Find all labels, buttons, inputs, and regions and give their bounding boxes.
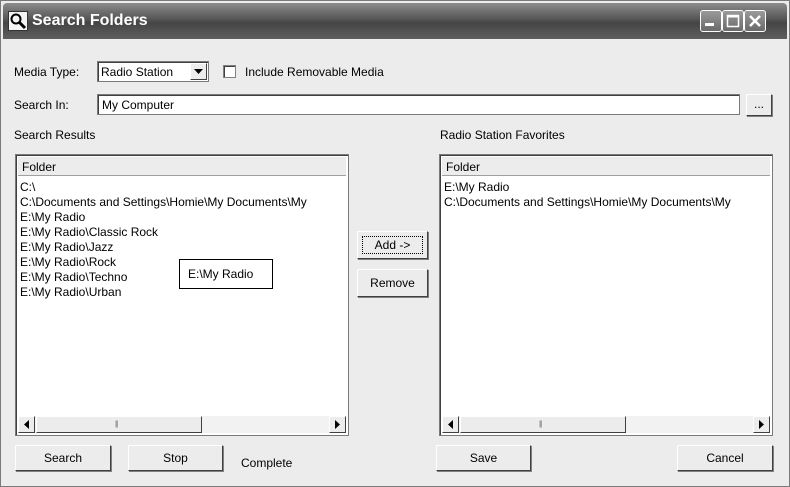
search-results-label: Search Results [14, 128, 96, 142]
maximize-button[interactable] [722, 10, 744, 32]
cancel-button[interactable]: Cancel [677, 445, 773, 471]
scroll-thumb[interactable]: ||| [460, 416, 626, 433]
search-folders-window: Search Folders Media Type: Radio Station… [0, 0, 790, 487]
add-button[interactable]: Add -> [357, 231, 428, 259]
search-button[interactable]: Search [15, 445, 111, 471]
list-item[interactable]: C:\Documents and Settings\Homie\My Docum… [20, 195, 346, 210]
search-in-value: My Computer [102, 98, 175, 112]
include-removable-checkbox[interactable] [223, 65, 236, 78]
horizontal-scrollbar[interactable]: ||| [442, 416, 770, 433]
title-bar[interactable]: Search Folders [3, 3, 787, 39]
favorites-label: Radio Station Favorites [440, 128, 565, 142]
scroll-right-icon[interactable] [329, 416, 346, 433]
status-text: Complete [241, 456, 293, 470]
minimize-icon [705, 23, 714, 26]
scroll-left-icon[interactable] [442, 416, 459, 433]
scroll-left-icon[interactable] [18, 416, 35, 433]
include-removable-label: Include Removable Media [245, 65, 384, 79]
list-item[interactable]: E:\My Radio\Jazz [20, 240, 346, 255]
list-item[interactable]: E:\My Radio [444, 180, 770, 195]
stop-button[interactable]: Stop [128, 445, 223, 471]
folder-column-header[interactable]: Folder [18, 157, 346, 176]
window-title: Search Folders [32, 12, 148, 29]
media-type-dropdown[interactable]: Radio Station [97, 61, 209, 82]
maximize-icon [726, 14, 740, 28]
list-item[interactable]: E:\My Radio [20, 210, 346, 225]
minimize-button[interactable] [700, 10, 722, 32]
folder-column-header[interactable]: Folder [442, 157, 770, 176]
save-button[interactable]: Save [436, 445, 531, 471]
close-icon [749, 15, 761, 27]
favorites-list[interactable]: Folder E:\My Radio C:\Documents and Sett… [439, 154, 773, 436]
dropdown-arrow-icon[interactable] [190, 63, 207, 80]
scroll-right-icon[interactable] [753, 416, 770, 433]
list-item[interactable]: C:\Documents and Settings\Homie\My Docum… [444, 195, 770, 210]
remove-button[interactable]: Remove [357, 269, 428, 297]
horizontal-scrollbar[interactable]: ||| [18, 416, 346, 433]
close-button[interactable] [744, 10, 766, 32]
path-tooltip: E:\My Radio [179, 259, 273, 289]
media-type-value: Radio Station [101, 65, 174, 79]
list-item[interactable]: C:\ [20, 180, 346, 195]
browse-button[interactable]: ... [746, 94, 772, 116]
magnifier-icon [8, 11, 28, 31]
scroll-thumb[interactable]: ||| [36, 416, 202, 433]
search-results-list[interactable]: Folder C:\ C:\Documents and Settings\Hom… [15, 154, 349, 436]
search-in-label: Search In: [14, 98, 69, 112]
search-in-field[interactable]: My Computer [97, 94, 740, 115]
list-item[interactable]: E:\My Radio\Classic Rock [20, 225, 346, 240]
media-type-label: Media Type: [14, 65, 80, 79]
